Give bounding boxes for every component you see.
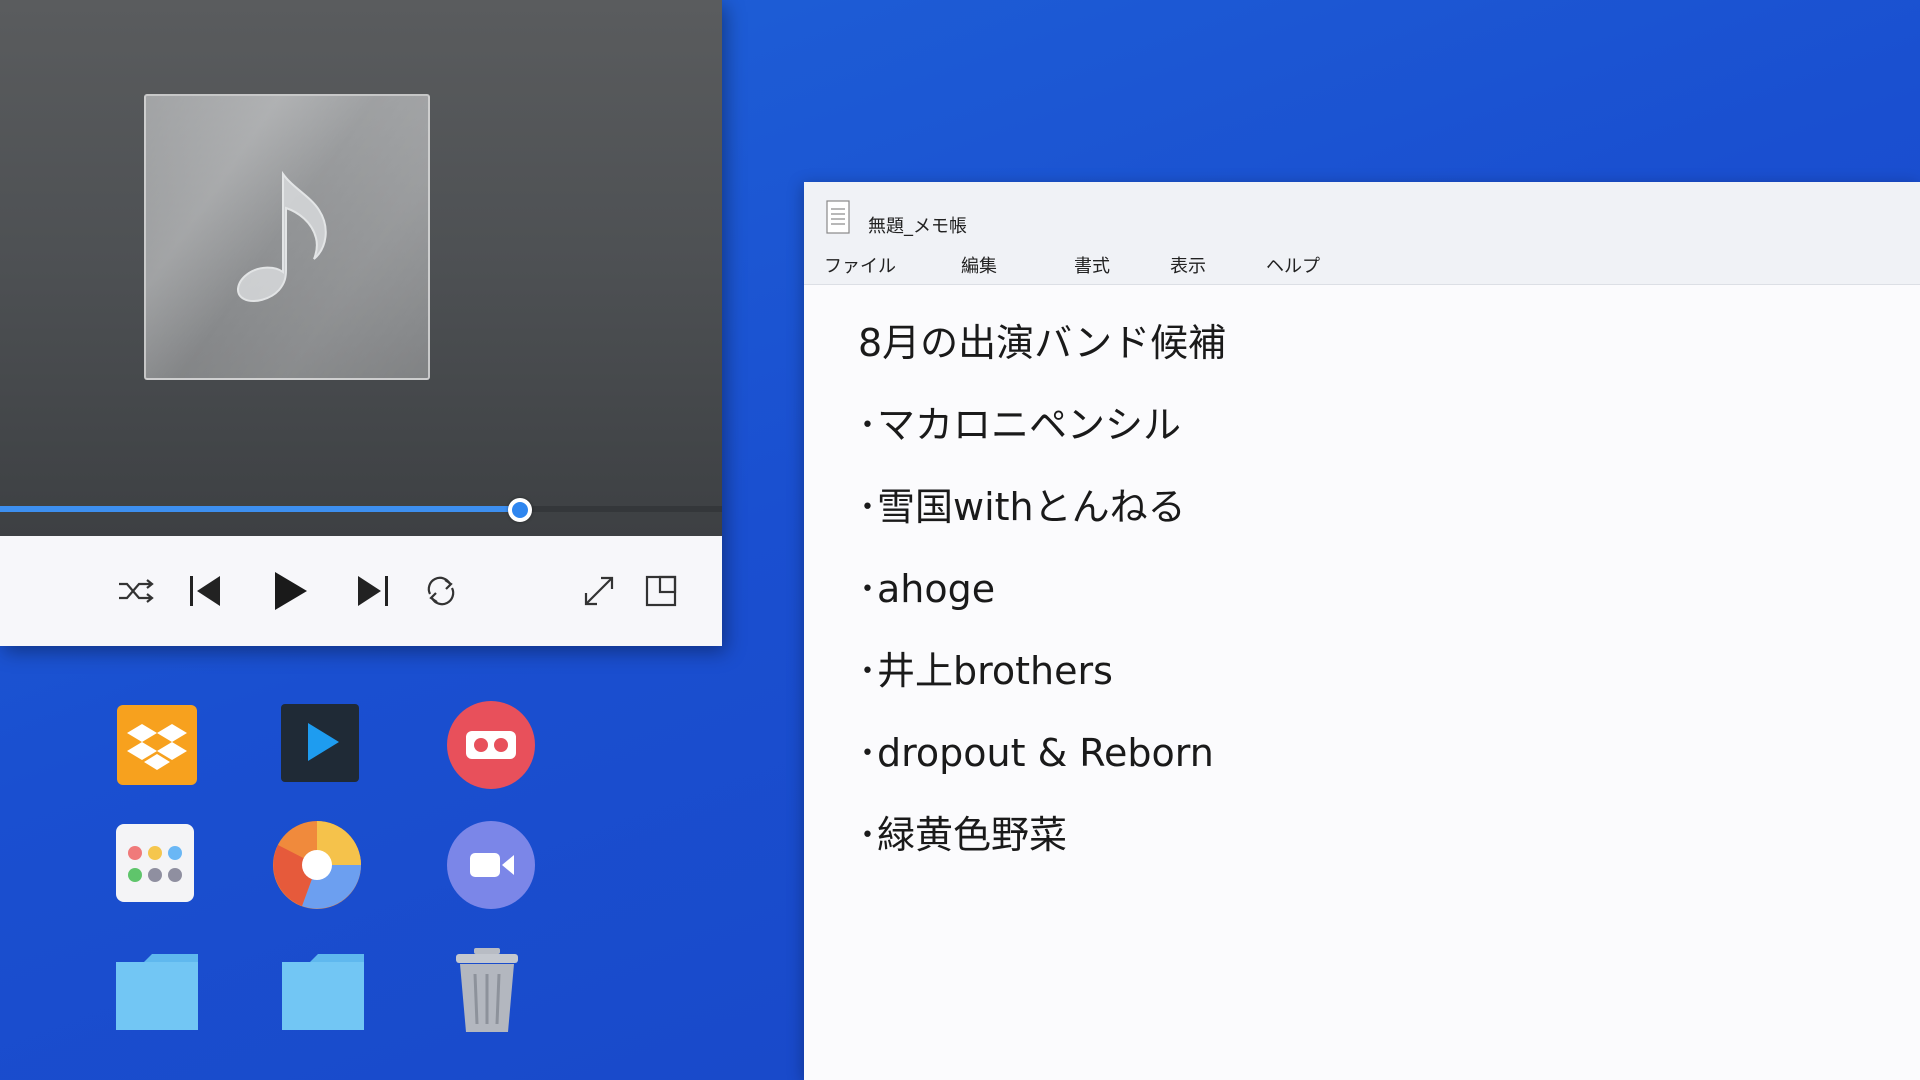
player-control-bar xyxy=(0,536,722,646)
shuffle-button[interactable] xyxy=(113,568,159,614)
seek-bar-progress xyxy=(0,506,520,512)
repeat-icon xyxy=(427,576,455,606)
shuffle-icon xyxy=(119,579,154,603)
miniplayer-icon xyxy=(645,575,677,607)
notepad-window: 無題_メモ帳 ファイル 編集 書式 表示 ヘルプ 8月の出演バンド候補 ･マカロ… xyxy=(804,182,1920,1080)
expand-icon xyxy=(584,576,614,606)
play-icon xyxy=(275,572,307,610)
note-line: ･ahoge xyxy=(858,567,996,611)
note-line: ･雪国withとんねる xyxy=(858,485,1186,529)
notepad-titlebar: 無題_メモ帳 ファイル 編集 書式 表示 ヘルプ xyxy=(804,182,1920,285)
music-note-icon xyxy=(237,170,327,302)
video-call-app-icon[interactable] xyxy=(446,820,536,910)
menu-format[interactable]: 書式 xyxy=(1074,252,1110,278)
cassette-app-icon[interactable] xyxy=(446,700,536,790)
repeat-button[interactable] xyxy=(418,568,464,614)
previous-button[interactable] xyxy=(182,568,228,614)
note-line: ･マカロニペンシル xyxy=(858,403,1182,447)
desktop: 無題_メモ帳 ファイル 編集 書式 表示 ヘルプ 8月の出演バンド候補 ･マカロ… xyxy=(0,0,1920,1080)
player-video-area xyxy=(0,0,722,536)
note-line: ･緑黄色野菜 xyxy=(858,813,1068,857)
note-heading: 8月の出演バンド候補 xyxy=(858,321,1227,365)
menu-help[interactable]: ヘルプ xyxy=(1266,252,1320,278)
window-title: 無題_メモ帳 xyxy=(868,216,967,237)
album-art xyxy=(144,94,430,380)
launcher-app-icon[interactable] xyxy=(110,818,200,908)
menu-edit[interactable]: 編集 xyxy=(961,252,997,278)
trash-icon[interactable] xyxy=(442,946,532,1036)
folder-icon[interactable] xyxy=(278,948,368,1038)
play-button[interactable] xyxy=(266,568,312,614)
browser-app-icon[interactable] xyxy=(272,820,362,910)
media-player-window xyxy=(0,0,722,646)
menu-file[interactable]: ファイル xyxy=(824,252,896,278)
seek-bar-handle[interactable] xyxy=(507,498,532,522)
expand-button[interactable] xyxy=(576,568,622,614)
notepad-icon xyxy=(826,200,850,234)
skip-previous-icon xyxy=(190,576,220,606)
folder-icon[interactable] xyxy=(112,948,202,1038)
note-line: ･dropout & Reborn xyxy=(858,731,1214,775)
dropbox-app-icon[interactable] xyxy=(112,700,202,790)
miniplayer-button[interactable] xyxy=(638,568,684,614)
next-button[interactable] xyxy=(350,568,396,614)
video-player-app-icon[interactable] xyxy=(275,698,365,788)
menu-view[interactable]: 表示 xyxy=(1170,252,1206,278)
note-line: ･井上brothers xyxy=(858,649,1113,693)
seek-bar[interactable] xyxy=(0,498,722,522)
skip-next-icon xyxy=(358,576,388,606)
